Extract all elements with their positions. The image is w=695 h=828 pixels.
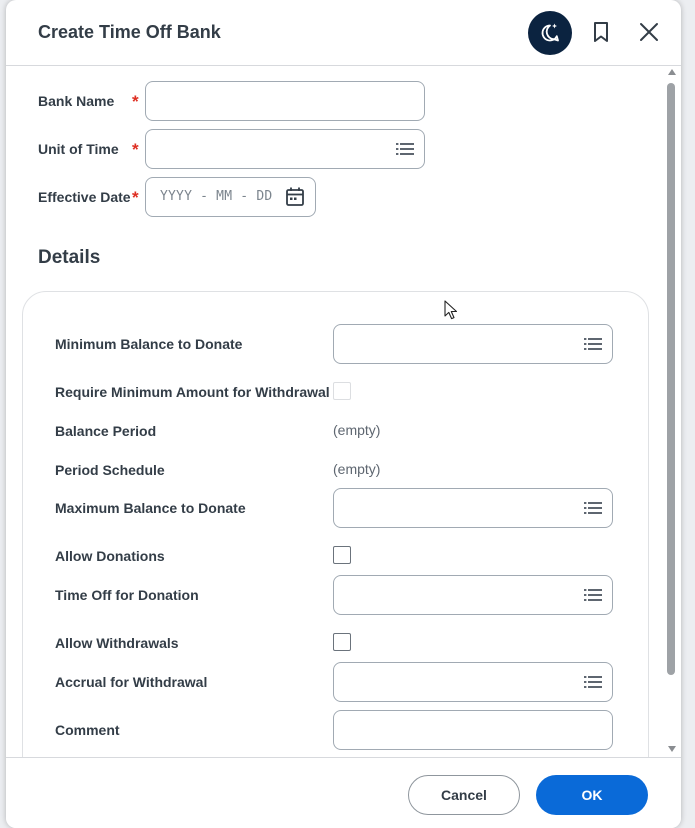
require-minimum-checkbox[interactable] xyxy=(333,382,351,400)
scrollbar-thumb[interactable] xyxy=(667,83,675,675)
effective-date-label: Effective Date xyxy=(38,189,131,205)
unit-of-time-label: Unit of Time xyxy=(38,141,119,157)
assistant-button[interactable] xyxy=(528,11,572,55)
scroll-down-arrow-icon[interactable] xyxy=(668,746,676,752)
bank-name-label: Bank Name xyxy=(38,93,115,109)
effective-date-input[interactable]: YYYY - MM - DD xyxy=(145,177,316,217)
prompt-list-icon[interactable] xyxy=(584,587,602,603)
ok-button[interactable]: OK xyxy=(536,775,648,815)
prompt-list-icon[interactable] xyxy=(584,336,602,352)
time-off-for-donation-label: Time Off for Donation xyxy=(55,587,199,603)
minimum-balance-input[interactable] xyxy=(333,324,613,364)
close-icon xyxy=(640,23,658,41)
balance-period-value: (empty) xyxy=(333,422,381,438)
dialog-header: Create Time Off Bank xyxy=(6,0,681,66)
unit-of-time-input[interactable] xyxy=(145,129,425,169)
allow-withdrawals-label: Allow Withdrawals xyxy=(55,635,179,651)
required-mark: * xyxy=(132,188,139,207)
dialog-footer: Cancel OK xyxy=(6,757,681,828)
bookmark-icon xyxy=(594,22,608,42)
details-heading: Details xyxy=(38,247,101,268)
close-button[interactable] xyxy=(634,16,664,48)
prompt-list-icon[interactable] xyxy=(584,674,602,690)
bank-name-input[interactable] xyxy=(145,81,425,121)
sparkle-chat-icon xyxy=(541,23,559,42)
require-minimum-label: Require Minimum Amount for Withdrawal xyxy=(55,384,330,400)
period-schedule-label: Period Schedule xyxy=(55,462,165,478)
period-schedule-value: (empty) xyxy=(333,461,381,477)
cancel-button[interactable]: Cancel xyxy=(408,775,520,815)
create-time-off-bank-dialog: Create Time Off Bank Bank Name * Unit of… xyxy=(6,0,681,828)
prompt-list-icon[interactable] xyxy=(584,500,602,516)
required-mark: * xyxy=(132,140,139,159)
maximum-balance-label: Maximum Balance to Donate xyxy=(55,500,246,516)
accrual-for-withdrawal-label: Accrual for Withdrawal xyxy=(55,674,208,690)
scroll-up-arrow-icon[interactable] xyxy=(668,69,676,75)
mouse-cursor-icon xyxy=(444,300,458,320)
accrual-for-withdrawal-input[interactable] xyxy=(333,662,613,702)
date-placeholder: YYYY - MM - DD xyxy=(160,189,273,204)
dialog-body: Bank Name * Unit of Time * Effective Dat… xyxy=(6,66,681,758)
vertical-scrollbar[interactable] xyxy=(666,66,676,758)
calendar-icon[interactable] xyxy=(286,187,304,206)
dialog-title: Create Time Off Bank xyxy=(38,22,221,42)
allow-withdrawals-checkbox[interactable] xyxy=(333,633,351,651)
comment-input[interactable] xyxy=(333,710,613,750)
bookmark-button[interactable] xyxy=(586,16,616,48)
time-off-for-donation-input[interactable] xyxy=(333,575,613,615)
allow-donations-checkbox[interactable] xyxy=(333,546,351,564)
balance-period-label: Balance Period xyxy=(55,423,157,439)
maximum-balance-input[interactable] xyxy=(333,488,613,528)
prompt-list-icon[interactable] xyxy=(396,141,414,157)
required-mark: * xyxy=(132,92,139,111)
allow-donations-label: Allow Donations xyxy=(55,548,165,564)
minimum-balance-label: Minimum Balance to Donate xyxy=(55,336,243,352)
comment-label: Comment xyxy=(55,722,120,738)
